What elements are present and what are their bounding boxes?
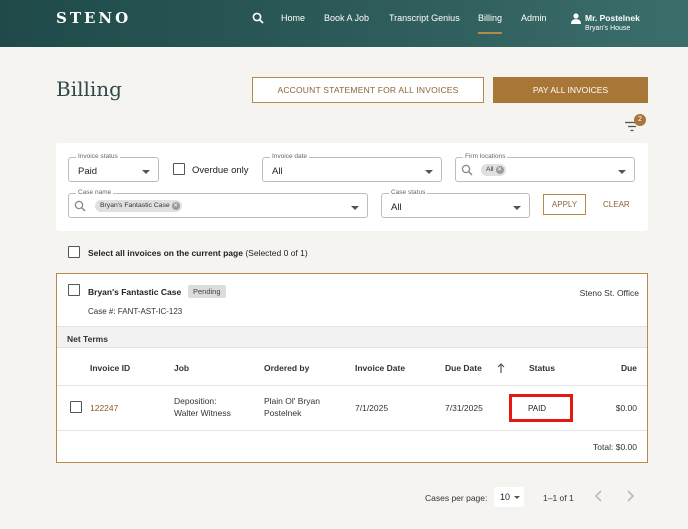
column-header-status[interactable]: Status xyxy=(529,363,555,373)
filter-panel: Invoice status Paid Overdue only Invoice… xyxy=(56,143,648,231)
column-header-invoice-date[interactable]: Invoice Date xyxy=(355,363,405,373)
column-header-ordered-by[interactable]: Ordered by xyxy=(264,363,309,373)
nav-book-a-job[interactable]: Book A Job xyxy=(324,13,369,23)
cases-per-page-label: Cases per page: xyxy=(425,493,488,503)
firm-locations-select[interactable]: Firm locations All ✕ xyxy=(455,153,635,182)
chip-remove-icon[interactable]: ✕ xyxy=(495,166,504,174)
user-icon[interactable] xyxy=(571,13,581,24)
invoice-ordered-by: Plain Ol' Bryan Postelnek xyxy=(264,395,320,419)
case-status-select[interactable]: Case status All xyxy=(381,189,530,218)
nav-admin[interactable]: Admin xyxy=(521,13,547,23)
chip-remove-icon[interactable]: ✕ xyxy=(171,202,180,210)
row-divider xyxy=(57,385,647,386)
search-icon xyxy=(74,200,86,212)
page-title: Billing xyxy=(56,77,122,101)
pay-all-invoices-button[interactable]: PAY ALL INVOICES xyxy=(493,77,648,103)
nav-transcript-genius[interactable]: Transcript Genius xyxy=(389,13,460,23)
chevron-down-icon xyxy=(351,206,359,210)
job-type: Deposition: xyxy=(174,396,217,406)
ordered-by-line2: Postelnek xyxy=(264,408,302,418)
chevron-down-icon xyxy=(513,206,521,210)
status-highlight: PAID xyxy=(509,394,573,422)
case-checkbox[interactable] xyxy=(68,284,80,296)
invoice-date-select[interactable]: Invoice date All xyxy=(262,153,442,182)
case-total: Total: $0.00 xyxy=(593,442,637,452)
user-house: Bryan's House xyxy=(585,25,631,32)
invoice-status: PAID xyxy=(528,404,547,413)
case-status-value: All xyxy=(391,202,402,213)
overdue-only-label[interactable]: Overdue only xyxy=(192,165,249,176)
overdue-only-checkbox[interactable] xyxy=(173,163,185,175)
row-divider xyxy=(57,430,647,431)
select-all-text: Select all invoices on the current page xyxy=(88,248,243,258)
column-header-invoice-id[interactable]: Invoice ID xyxy=(90,363,130,373)
chevron-down-icon xyxy=(425,170,433,174)
invoice-date-label: Invoice date xyxy=(270,153,310,160)
case-name-label: Case name xyxy=(76,189,114,196)
pagination-range: 1–1 of 1 xyxy=(543,493,574,503)
case-office: Steno St. Office xyxy=(579,288,639,298)
invoice-date-value: All xyxy=(272,166,283,177)
nav-home[interactable]: Home xyxy=(281,13,305,23)
nav-active-indicator xyxy=(478,32,502,34)
filter-count-badge: 2 xyxy=(634,114,646,126)
case-card: Bryan's Fantastic Case Pending Steno St.… xyxy=(56,273,648,463)
selected-count: (Selected 0 of 1) xyxy=(245,248,308,258)
sort-ascending-icon[interactable] xyxy=(497,363,505,373)
column-header-job[interactable]: Job xyxy=(174,363,189,373)
invoice-due-amount: $0.00 xyxy=(615,403,637,413)
search-icon xyxy=(461,164,473,176)
user-name[interactable]: Mr. Postelnek xyxy=(585,13,640,23)
search-icon[interactable] xyxy=(252,12,264,24)
account-statement-button[interactable]: ACCOUNT STATEMENT FOR ALL INVOICES xyxy=(252,77,484,103)
steno-logo[interactable]: STENO xyxy=(56,9,131,27)
job-witness: Walter Witness xyxy=(174,408,231,418)
previous-page-icon[interactable] xyxy=(593,489,605,503)
case-name[interactable]: Bryan's Fantastic Case xyxy=(88,287,181,297)
column-header-due-date[interactable]: Due Date xyxy=(445,363,505,373)
firm-location-chip[interactable]: All ✕ xyxy=(481,164,506,176)
case-name-select[interactable]: Case name Bryan's Fantastic Case ✕ xyxy=(68,189,368,218)
invoice-job: Deposition: Walter Witness xyxy=(174,395,231,419)
chevron-down-icon xyxy=(142,170,150,174)
ordered-by-line1: Plain Ol' Bryan xyxy=(264,396,320,406)
case-name-chip-label: Bryan's Fantastic Case xyxy=(100,202,170,209)
status-badge: Pending xyxy=(188,285,226,298)
terms-label: Net Terms xyxy=(67,334,108,344)
next-page-icon[interactable] xyxy=(624,489,636,503)
terms-section-header: Net Terms xyxy=(57,326,647,348)
select-all-label[interactable]: Select all invoices on the current page … xyxy=(88,248,308,258)
case-number: Case #: FANT-AST-IC-123 xyxy=(88,307,183,316)
invoice-row-checkbox[interactable] xyxy=(70,401,82,413)
firm-locations-label: Firm locations xyxy=(463,153,508,160)
invoice-status-value: Paid xyxy=(78,166,98,177)
chevron-down-icon xyxy=(514,496,520,499)
invoice-id-link[interactable]: 122247 xyxy=(90,402,118,414)
invoice-date: 7/1/2025 xyxy=(355,403,389,413)
invoice-status-select[interactable]: Invoice status Paid xyxy=(68,153,159,182)
apply-button[interactable]: APPLY xyxy=(543,194,586,215)
firm-location-chip-label: All xyxy=(486,166,494,173)
case-status-label: Case status xyxy=(389,189,428,196)
cases-per-page-select[interactable]: 10 xyxy=(494,487,524,507)
invoice-status-label: Invoice status xyxy=(76,153,120,160)
case-name-chip[interactable]: Bryan's Fantastic Case ✕ xyxy=(95,200,182,212)
chevron-down-icon xyxy=(618,170,626,174)
select-all-checkbox[interactable] xyxy=(68,246,80,258)
clear-button[interactable]: CLEAR xyxy=(603,200,630,209)
top-nav-bar: STENO Home Book A Job Transcript Genius … xyxy=(0,0,688,47)
due-date-header-label: Due Date xyxy=(445,363,482,373)
invoice-due-date: 7/31/2025 xyxy=(445,403,483,413)
cases-per-page-value: 10 xyxy=(500,492,511,502)
nav-billing[interactable]: Billing xyxy=(478,13,502,23)
column-header-due[interactable]: Due xyxy=(621,363,637,373)
